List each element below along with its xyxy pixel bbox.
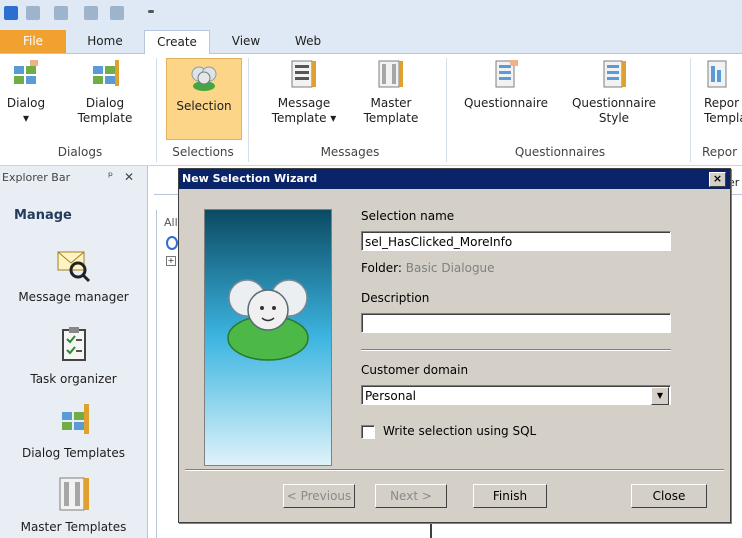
tree-expand-icon[interactable]: + bbox=[166, 256, 176, 266]
customize-toolbar-icon[interactable] bbox=[148, 10, 154, 13]
dialog-templates-icon bbox=[61, 404, 89, 434]
quick-access-toolbar bbox=[0, 0, 742, 30]
task-organizer-icon bbox=[61, 327, 86, 361]
questionnaire-button[interactable]: Questionnaire bbox=[454, 56, 558, 111]
folder-value: Basic Dialogue bbox=[405, 261, 495, 275]
save-icon[interactable] bbox=[84, 6, 98, 20]
report-template-button[interactable]: Repor Templa bbox=[700, 56, 742, 126]
master-templates-item[interactable]: Master Templates bbox=[0, 474, 147, 534]
ribbon-separator bbox=[690, 58, 691, 162]
explorer-bar-header: Explorer Bar ᵖ ✕ bbox=[0, 166, 147, 188]
ribbon-separator bbox=[248, 58, 249, 162]
dialog-template-button[interactable]: Dialog Template bbox=[70, 56, 140, 126]
report-template-label-1: Repor bbox=[704, 96, 740, 110]
ribbon-tab-bar: File Home Create View Web bbox=[0, 30, 742, 55]
task-organizer-label: Task organizer bbox=[30, 372, 117, 386]
description-input[interactable] bbox=[361, 313, 671, 333]
tab-create[interactable]: Create bbox=[144, 30, 210, 55]
folder-row: Folder: Basic Dialogue bbox=[361, 261, 495, 275]
close-button[interactable]: Close bbox=[631, 484, 707, 508]
explorer-bar-title: Explorer Bar bbox=[2, 171, 71, 184]
footer-divider bbox=[185, 469, 724, 471]
dialog-title: New Selection Wizard bbox=[182, 172, 318, 185]
undo-icon[interactable] bbox=[26, 6, 40, 20]
tree-node-icon[interactable] bbox=[166, 236, 178, 250]
pin-icon[interactable]: ᵖ bbox=[108, 169, 113, 183]
selection-button[interactable]: Selection bbox=[166, 58, 242, 140]
dialog-icon bbox=[14, 60, 38, 84]
questionnaire-style-label-2: Style bbox=[598, 111, 630, 125]
chevron-down-icon[interactable]: ▼ bbox=[651, 387, 669, 405]
selection-button-label: Selection bbox=[176, 99, 232, 113]
description-label: Description bbox=[361, 291, 430, 305]
questionnaire-icon bbox=[495, 60, 518, 88]
previous-button[interactable]: < Previous bbox=[283, 484, 355, 508]
dialog-templates-label: Dialog Templates bbox=[21, 446, 126, 460]
report-template-label-2: Templa bbox=[704, 111, 742, 125]
dialog-template-label-1: Dialog bbox=[85, 96, 125, 110]
sql-checkbox-label: Write selection using SQL bbox=[383, 424, 537, 438]
tab-home[interactable]: Home bbox=[72, 30, 138, 53]
dialog-button[interactable]: Dialog ▾ bbox=[2, 56, 50, 126]
selection-name-label-text: Selection name bbox=[361, 209, 455, 223]
tab-file[interactable]: File bbox=[0, 30, 66, 53]
folder-label: Folder: bbox=[361, 261, 402, 275]
master-templates-icon bbox=[59, 477, 89, 511]
master-template-button[interactable]: Master Template bbox=[356, 56, 426, 126]
message-manager-item[interactable]: Message manager bbox=[0, 244, 147, 304]
master-template-label-1: Master bbox=[370, 96, 412, 110]
ribbon-separator bbox=[446, 58, 447, 162]
redo-icon[interactable] bbox=[54, 6, 68, 20]
questionnaire-style-button[interactable]: Questionnaire Style bbox=[562, 56, 666, 126]
message-manager-icon bbox=[57, 251, 90, 283]
dialog-title-bar[interactable]: New Selection Wizard × bbox=[179, 169, 730, 189]
tab-view[interactable]: View bbox=[218, 30, 274, 53]
explorer-section-title: Manage bbox=[14, 208, 72, 223]
message-template-button[interactable]: Message Template ▾ bbox=[264, 56, 344, 126]
group-label-dialogs: Dialogs bbox=[57, 145, 103, 159]
new-selection-wizard-dialog: New Selection Wizard × Selection name se… bbox=[178, 168, 731, 523]
dialog-template-icon bbox=[93, 60, 119, 86]
tree-all-label[interactable]: All bbox=[164, 216, 178, 229]
message-manager-label: Message manager bbox=[18, 290, 129, 304]
questionnaire-style-icon bbox=[603, 60, 626, 88]
app-icon[interactable] bbox=[4, 6, 18, 20]
master-template-icon bbox=[378, 60, 403, 88]
wizard-banner-image bbox=[204, 209, 332, 466]
finish-button[interactable]: Finish bbox=[473, 484, 547, 508]
dialog-template-label-2: Template bbox=[77, 111, 133, 125]
dialog-close-button[interactable]: × bbox=[709, 172, 726, 187]
group-label-messages: Messages bbox=[320, 145, 380, 159]
message-template-icon bbox=[291, 60, 316, 88]
selection-icon bbox=[191, 66, 217, 91]
ribbon-separator bbox=[156, 58, 157, 162]
selection-name-label: Selection name bbox=[361, 209, 454, 223]
dialog-dropdown-arrow: ▾ bbox=[22, 111, 30, 125]
group-label-selections: Selections bbox=[172, 145, 234, 159]
master-template-label-2: Template bbox=[363, 111, 419, 125]
next-button[interactable]: Next > bbox=[375, 484, 447, 508]
selection-name-input[interactable]: sel_HasClicked_MoreInfo bbox=[361, 231, 671, 251]
customer-domain-label: Customer domain bbox=[361, 363, 469, 377]
section-divider bbox=[361, 349, 671, 351]
customer-domain-select[interactable]: Personal ▼ bbox=[361, 385, 671, 405]
dialog-templates-item[interactable]: Dialog Templates bbox=[0, 400, 147, 460]
ribbon: Dialog ▾ Dialog Template Dialogs Selecti… bbox=[0, 54, 742, 166]
customer-domain-value: Personal bbox=[365, 389, 417, 403]
explorer-bar: Explorer Bar ᵖ ✕ Manage Message manager … bbox=[0, 166, 148, 538]
questionnaire-label: Questionnaire bbox=[463, 96, 549, 110]
group-label-reports: Repor bbox=[702, 145, 738, 159]
tab-web[interactable]: Web bbox=[282, 30, 334, 53]
sql-checkbox[interactable] bbox=[361, 425, 375, 439]
close-icon[interactable]: ✕ bbox=[124, 170, 134, 184]
questionnaire-style-label-1: Questionnaire bbox=[571, 96, 657, 110]
master-templates-label: Master Templates bbox=[20, 520, 127, 534]
print-icon[interactable] bbox=[110, 6, 124, 20]
group-label-questionnaires: Questionnaires bbox=[514, 145, 606, 159]
report-template-icon bbox=[707, 60, 727, 88]
task-organizer-item[interactable]: Task organizer bbox=[0, 326, 147, 386]
message-template-label-1: Message bbox=[277, 96, 331, 110]
dialog-button-label: Dialog bbox=[6, 96, 46, 110]
message-template-label-2: Template ▾ bbox=[271, 111, 337, 125]
